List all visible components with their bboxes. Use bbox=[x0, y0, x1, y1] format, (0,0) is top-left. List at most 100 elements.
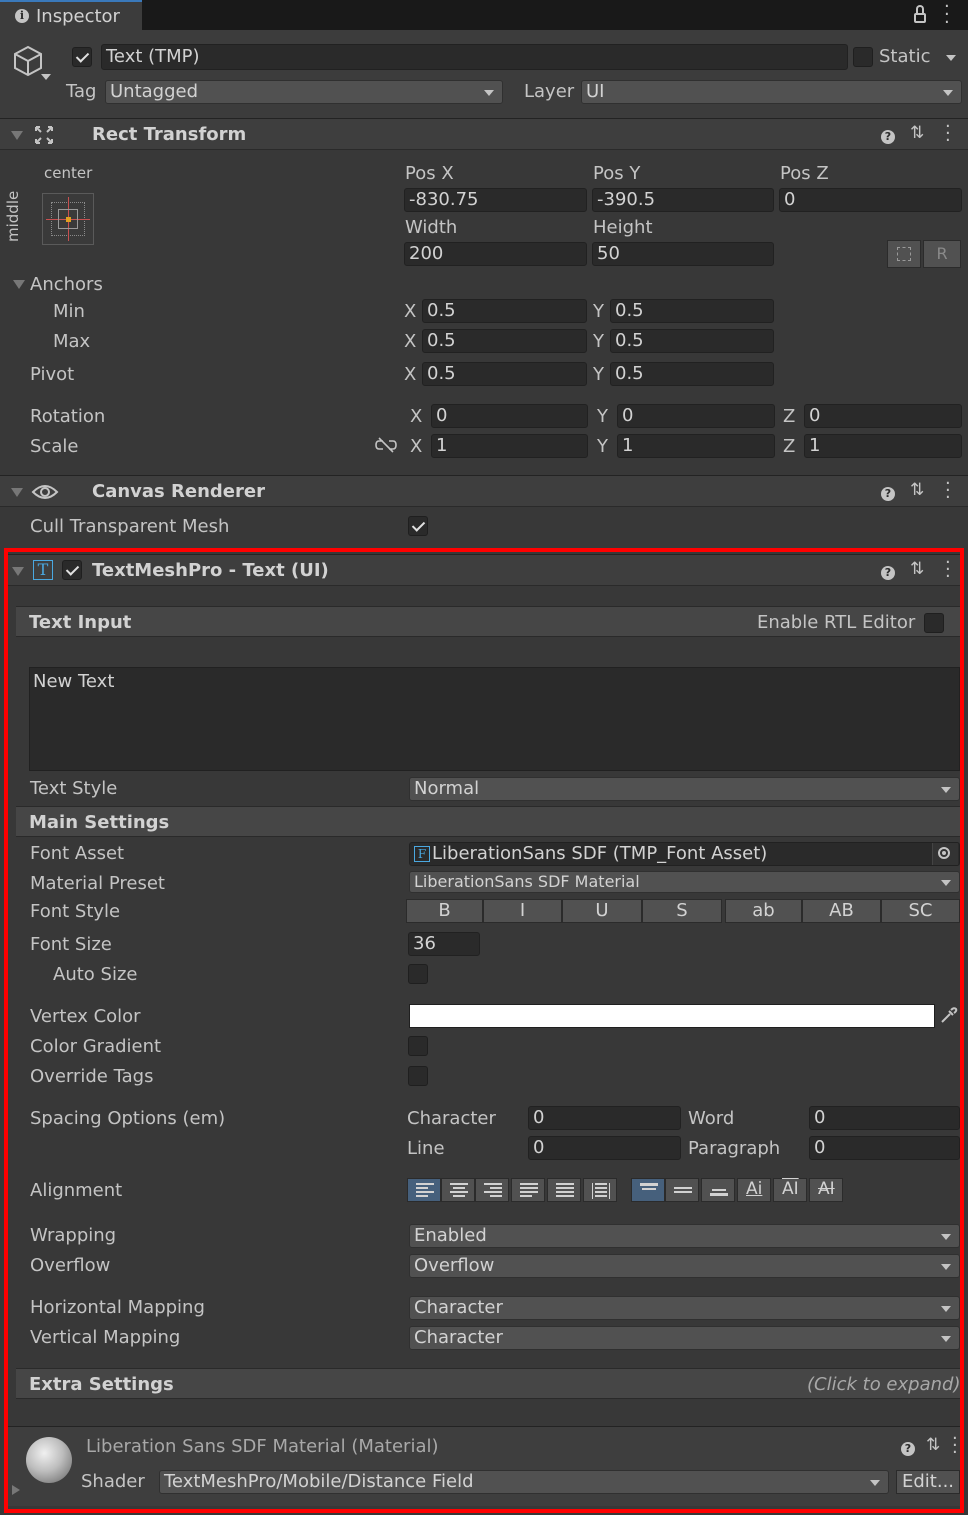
layer-dropdown[interactable]: UI bbox=[581, 80, 962, 104]
material-preset-dropdown[interactable]: LiberationSans SDF Material bbox=[409, 871, 960, 893]
anchors-foldout-icon[interactable] bbox=[13, 280, 25, 289]
font-style-uppercase-button[interactable]: AB bbox=[802, 899, 881, 923]
align-bottom-button[interactable] bbox=[701, 1178, 735, 1202]
font-style-italic-button[interactable]: I bbox=[483, 899, 562, 923]
align-midline-button[interactable]: AI bbox=[773, 1178, 807, 1202]
shader-dropdown[interactable]: TextMeshPro/Mobile/Distance Field bbox=[159, 1470, 889, 1494]
vertex-color-swatch[interactable] bbox=[409, 1004, 935, 1028]
lock-icon[interactable] bbox=[914, 13, 926, 23]
anchor-preset-button[interactable] bbox=[42, 193, 94, 245]
anchors-label[interactable]: Anchors bbox=[30, 274, 103, 295]
align-top-button[interactable] bbox=[631, 1178, 665, 1202]
override-tags-checkbox[interactable] bbox=[408, 1066, 428, 1086]
material-foldout-icon[interactable] bbox=[12, 1485, 20, 1495]
foldout-arrow-icon[interactable] bbox=[12, 567, 24, 576]
main-settings-section[interactable]: Main Settings bbox=[16, 806, 960, 837]
scale-z-field[interactable]: 1 bbox=[804, 434, 962, 458]
eyedropper-icon[interactable] bbox=[938, 1006, 958, 1026]
static-checkbox[interactable] bbox=[853, 47, 873, 67]
text-style-dropdown[interactable]: Normal bbox=[409, 777, 960, 801]
scale-y-field[interactable]: 1 bbox=[617, 434, 775, 458]
font-size-field[interactable]: 36 bbox=[408, 932, 480, 956]
anchor-max-y-field[interactable]: 0.5 bbox=[610, 329, 774, 353]
pos-x-field[interactable]: -830.75 bbox=[404, 188, 587, 212]
line-spacing-field[interactable]: 0 bbox=[528, 1136, 681, 1160]
rtl-editor-checkbox[interactable] bbox=[924, 613, 944, 633]
anchor-min-y-field[interactable]: 0.5 bbox=[610, 299, 774, 323]
object-picker-icon[interactable] bbox=[932, 843, 958, 865]
help-icon[interactable]: ? bbox=[881, 483, 895, 501]
constrain-proportions-icon[interactable] bbox=[375, 437, 397, 453]
help-icon[interactable]: ? bbox=[881, 562, 895, 580]
pos-y-field[interactable]: -390.5 bbox=[592, 188, 774, 212]
align-baseline-button[interactable]: Ai bbox=[737, 1178, 771, 1202]
align-middle-button[interactable] bbox=[665, 1178, 699, 1202]
pivot-y-field[interactable]: 0.5 bbox=[610, 362, 774, 386]
object-name-field[interactable]: Text (TMP) bbox=[101, 44, 848, 70]
rotation-z-field[interactable]: 0 bbox=[804, 404, 962, 428]
align-flush-button[interactable] bbox=[547, 1178, 581, 1202]
canvas-renderer-header[interactable]: Canvas Renderer ? ⇅ · · · bbox=[0, 475, 968, 507]
auto-size-checkbox[interactable] bbox=[408, 964, 428, 984]
foldout-arrow-icon[interactable] bbox=[11, 131, 23, 140]
font-style-lowercase-button[interactable]: ab bbox=[725, 899, 802, 923]
text-input-section[interactable]: Text Input Enable RTL Editor bbox=[16, 606, 960, 637]
help-icon[interactable]: ? bbox=[881, 126, 895, 144]
component-menu-icon[interactable]: · · · bbox=[945, 118, 951, 150]
presets-icon[interactable]: ⇅ bbox=[910, 123, 924, 143]
rect-transform-header[interactable]: Rect Transform ? ⇅ · · · bbox=[0, 118, 968, 150]
kebab-menu-icon[interactable]: · · · bbox=[944, 0, 950, 32]
align-capline-button[interactable]: AI bbox=[809, 1178, 843, 1202]
align-center-button[interactable] bbox=[441, 1178, 475, 1202]
font-style-underline-button[interactable]: U bbox=[562, 899, 642, 923]
anchor-max-x-field[interactable]: 0.5 bbox=[422, 329, 587, 353]
vertical-mapping-dropdown[interactable]: Character bbox=[409, 1326, 960, 1350]
character-spacing-field[interactable]: 0 bbox=[528, 1106, 681, 1130]
wrapping-dropdown[interactable]: Enabled bbox=[409, 1224, 960, 1248]
object-active-checkbox[interactable] bbox=[72, 47, 92, 67]
inspector-tab[interactable]: i Inspector bbox=[0, 0, 142, 30]
overflow-dropdown[interactable]: Overflow bbox=[409, 1254, 960, 1278]
text-input-area[interactable]: New Text bbox=[29, 667, 960, 771]
font-style-strikethrough-button[interactable]: S bbox=[642, 899, 722, 923]
tmp-header[interactable]: T TextMeshPro - Text (UI) ? ⇅ · · · bbox=[8, 554, 960, 586]
component-menu-icon[interactable]: · · · bbox=[945, 554, 951, 586]
cull-transparent-checkbox[interactable] bbox=[408, 516, 428, 536]
static-dropdown-arrow[interactable] bbox=[946, 55, 956, 61]
align-justified-button[interactable] bbox=[511, 1178, 545, 1202]
word-spacing-field[interactable]: 0 bbox=[809, 1106, 960, 1130]
font-style-smallcaps-button[interactable]: SC bbox=[881, 899, 960, 923]
align-left-button[interactable] bbox=[407, 1178, 441, 1202]
anchor-min-x-field[interactable]: 0.5 bbox=[422, 299, 587, 323]
tag-dropdown[interactable]: Untagged bbox=[105, 80, 503, 104]
foldout-arrow-icon[interactable] bbox=[11, 488, 23, 497]
pos-z-field[interactable]: 0 bbox=[779, 188, 962, 212]
presets-icon[interactable]: ⇅ bbox=[910, 559, 924, 579]
paragraph-spacing-field[interactable]: 0 bbox=[809, 1136, 960, 1160]
raw-edit-label: R bbox=[936, 244, 948, 263]
rotation-x-field[interactable]: 0 bbox=[431, 404, 588, 428]
material-preview-icon[interactable] bbox=[26, 1437, 72, 1483]
icon-dropdown-arrow[interactable] bbox=[41, 74, 51, 80]
blueprint-mode-button[interactable] bbox=[887, 240, 921, 268]
pivot-x-field[interactable]: 0.5 bbox=[422, 362, 587, 386]
presets-icon[interactable]: ⇅ bbox=[910, 480, 924, 500]
extra-settings-section[interactable]: Extra Settings (Click to expand) bbox=[16, 1368, 960, 1399]
scale-x-field[interactable]: 1 bbox=[431, 434, 588, 458]
font-style-bold-button[interactable]: B bbox=[406, 899, 483, 923]
shader-edit-button[interactable]: Edit... bbox=[896, 1470, 960, 1494]
width-field[interactable]: 200 bbox=[404, 242, 587, 266]
height-field[interactable]: 50 bbox=[592, 242, 774, 266]
align-right-button[interactable] bbox=[475, 1178, 509, 1202]
align-geometry-center-button[interactable] bbox=[583, 1178, 617, 1202]
font-asset-field[interactable]: F LiberationSans SDF (TMP_Font Asset) bbox=[409, 842, 960, 866]
rotation-y-field[interactable]: 0 bbox=[617, 404, 775, 428]
horizontal-mapping-dropdown[interactable]: Character bbox=[409, 1296, 960, 1320]
color-gradient-checkbox[interactable] bbox=[408, 1036, 428, 1056]
tmp-enabled-checkbox[interactable] bbox=[62, 560, 82, 580]
raw-edit-button[interactable]: R bbox=[923, 240, 961, 268]
presets-icon[interactable]: ⇅ bbox=[926, 1435, 940, 1455]
component-menu-icon[interactable]: · · · bbox=[952, 1430, 958, 1462]
component-menu-icon[interactable]: · · · bbox=[945, 475, 951, 507]
help-icon[interactable]: ? bbox=[901, 1438, 915, 1456]
